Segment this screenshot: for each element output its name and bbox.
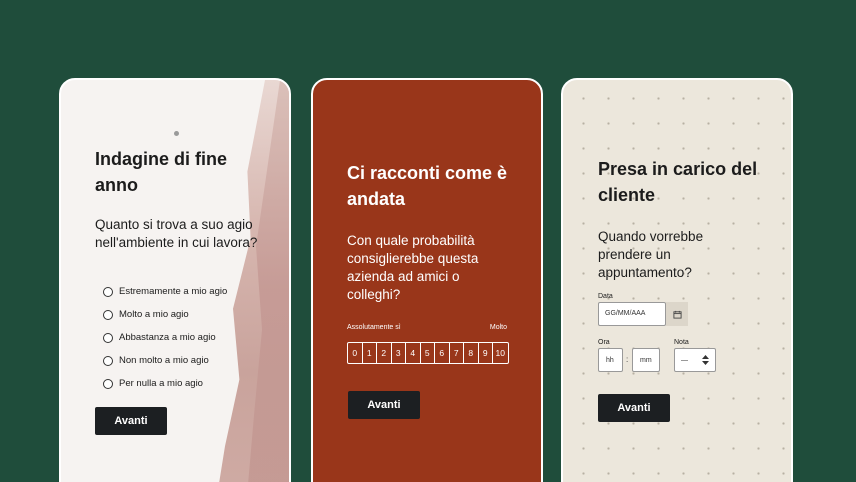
next-button[interactable]: Avanti — [598, 394, 670, 422]
next-button[interactable]: Avanti — [95, 407, 167, 435]
note-label: Nota — [674, 339, 689, 346]
radio-option[interactable]: Non molto a mio agio — [103, 349, 227, 372]
note-value: — — [681, 356, 688, 364]
radio-button[interactable] — [103, 286, 113, 297]
radio-label: Abbastanza a mio agio — [119, 332, 216, 343]
scale-option-0[interactable]: 0 — [348, 343, 363, 363]
card-title: Indagine di fine anno — [95, 149, 228, 195]
hour-input[interactable]: hh — [598, 348, 623, 372]
scale-option-7[interactable]: 7 — [450, 343, 464, 363]
scale-option-2[interactable]: 2 — [377, 343, 392, 363]
scale-option-8[interactable]: 8 — [464, 343, 479, 363]
radio-option[interactable]: Molto a mio agio — [103, 303, 227, 326]
scale-option-9[interactable]: 9 — [479, 343, 493, 363]
next-button[interactable]: Avanti — [348, 391, 420, 419]
survey-card-nps: Ci racconti come è andata Con quale prob… — [311, 78, 543, 482]
calendar-icon — [672, 310, 682, 319]
radio-button[interactable] — [103, 378, 113, 389]
date-label: Data — [598, 293, 613, 300]
radio-option[interactable]: Per nulla a mio agio — [103, 372, 227, 395]
scale-labels: Assolutamente sì Molto — [347, 324, 507, 331]
calendar-button[interactable] — [666, 302, 688, 326]
radio-label: Estremamente a mio agio — [119, 286, 228, 297]
radio-button[interactable] — [103, 332, 113, 343]
scale-option-6[interactable]: 6 — [435, 343, 450, 363]
scale-option-5[interactable]: 5 — [421, 343, 435, 363]
radio-label: Non molto a mio agio — [119, 355, 209, 366]
radio-group: Estremamente a mio agio Molto a mio agio… — [103, 280, 227, 395]
radio-label: Molto a mio agio — [119, 309, 189, 320]
scale-option-10[interactable]: 10 — [493, 343, 508, 363]
card-title: Ci racconti come è andata — [347, 163, 508, 209]
survey-card-year-end: Indagine di fine anno Quanto si trova a … — [59, 78, 291, 482]
radio-label: Per nulla a mio agio — [119, 378, 203, 389]
date-input[interactable]: GG/MM/AAA — [598, 302, 666, 326]
rating-scale: 0 1 2 3 4 5 6 7 8 9 10 — [347, 342, 509, 364]
card-question: Quanto si trova a suo agio nell'ambiente… — [95, 217, 258, 250]
card-question: Con quale probabilità consiglierebbe que… — [347, 233, 479, 302]
chevron-updown-icon — [702, 355, 709, 365]
radio-button[interactable] — [103, 309, 113, 320]
scale-option-4[interactable]: 4 — [406, 343, 421, 363]
card-title: Presa in carico del cliente — [598, 159, 758, 205]
radio-option[interactable]: Abbastanza a mio agio — [103, 326, 227, 349]
scale-low-label: Assolutamente sì — [347, 324, 401, 331]
scale-high-label: Molto — [489, 324, 507, 331]
time-label: Ora — [598, 339, 610, 346]
radio-option[interactable]: Estremamente a mio agio — [103, 280, 227, 303]
card-question: Quando vorrebbe prendere un appuntamento… — [598, 229, 704, 280]
minute-input[interactable]: mm — [632, 348, 660, 372]
decorative-dot — [174, 131, 179, 136]
time-separator: : — [626, 355, 629, 364]
survey-card-intake: Presa in carico del cliente Quando vorre… — [561, 78, 793, 482]
radio-button[interactable] — [103, 355, 113, 366]
note-select[interactable]: — — [674, 348, 716, 372]
scale-option-3[interactable]: 3 — [392, 343, 406, 363]
scale-option-1[interactable]: 1 — [363, 343, 377, 363]
